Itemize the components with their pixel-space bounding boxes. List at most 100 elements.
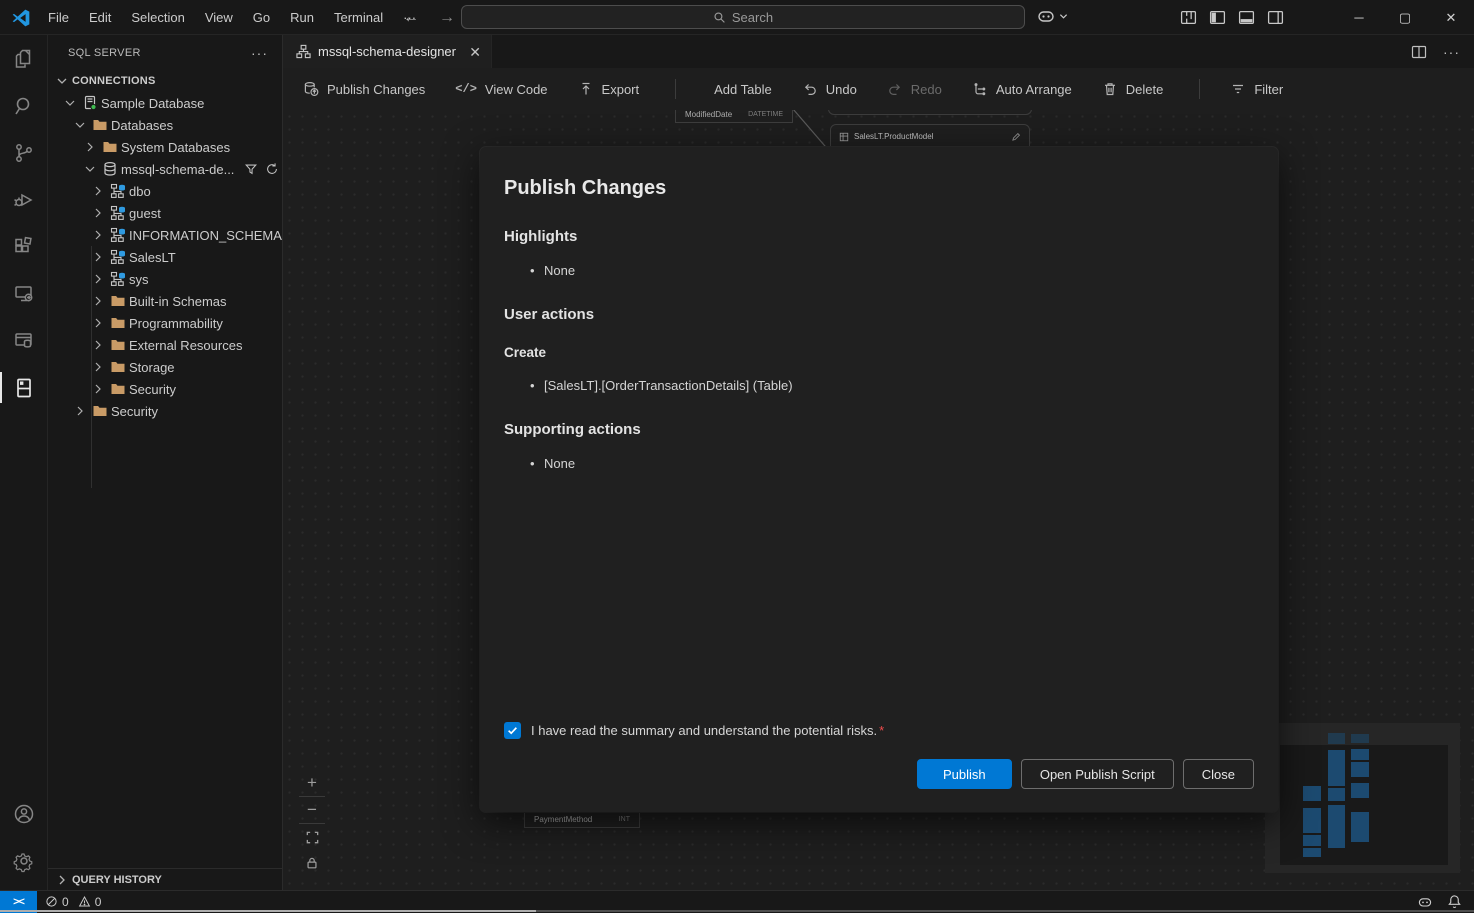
- search-sidebar-icon[interactable]: [0, 82, 48, 129]
- notifications-bell-icon[interactable]: [1447, 894, 1462, 909]
- tree-item-storage[interactable]: Storage: [48, 356, 282, 378]
- run-debug-icon[interactable]: [0, 176, 48, 223]
- chevron-right-icon[interactable]: [90, 271, 106, 287]
- chevron-right-icon[interactable]: [82, 139, 98, 155]
- errors-count: 0: [62, 895, 69, 909]
- tree-item-security[interactable]: Security: [48, 400, 282, 422]
- account-icon[interactable]: [0, 790, 48, 837]
- explorer-icon[interactable]: [0, 35, 48, 82]
- filter-icon[interactable]: [244, 162, 258, 176]
- refresh-icon[interactable]: [265, 162, 279, 176]
- view-code-button[interactable]: </>View Code: [455, 82, 547, 97]
- indent-guide: [91, 246, 92, 488]
- filter-button[interactable]: Filter: [1230, 81, 1283, 97]
- back-arrow-icon[interactable]: ←: [400, 9, 422, 27]
- zoom-fit-button[interactable]: [297, 824, 327, 850]
- chevron-down-icon[interactable]: [82, 161, 98, 177]
- edit-pencil-icon[interactable]: [1011, 132, 1021, 142]
- tree-item-sys[interactable]: sys: [48, 268, 282, 290]
- export-button[interactable]: Export: [578, 81, 640, 97]
- tree-item-external-resources[interactable]: External Resources: [48, 334, 282, 356]
- chevron-right-icon[interactable]: [90, 293, 106, 309]
- undo-button[interactable]: Undo: [802, 81, 857, 97]
- sidebar-more-actions[interactable]: ···: [251, 45, 268, 61]
- lock-canvas-button[interactable]: [297, 850, 327, 876]
- copilot-status-icon[interactable]: [1417, 894, 1433, 910]
- tree-item-label: Storage: [129, 360, 175, 375]
- redo-icon: [887, 81, 903, 97]
- remote-explorer-icon[interactable]: [0, 270, 48, 317]
- settings-gear-icon[interactable]: [0, 837, 48, 884]
- tree-item-saleslt[interactable]: SalesLT: [48, 246, 282, 268]
- minimize-button[interactable]: ─: [1336, 0, 1382, 35]
- maximize-button[interactable]: ▢: [1382, 0, 1428, 35]
- schema-minimap[interactable]: [1265, 723, 1460, 873]
- tree-item-dbo[interactable]: dbo: [48, 180, 282, 202]
- problems-indicator[interactable]: 0 0: [45, 895, 101, 909]
- tree-item-databases[interactable]: Databases: [48, 114, 282, 136]
- add-table-button[interactable]: Add Table: [706, 82, 772, 97]
- customize-layout-icon[interactable]: [1180, 9, 1197, 26]
- chevron-right-icon[interactable]: [72, 403, 88, 419]
- chevron-right-icon[interactable]: [90, 381, 106, 397]
- toggle-primary-sidebar-icon[interactable]: [1209, 9, 1226, 26]
- menu-run[interactable]: Run: [280, 6, 324, 30]
- chevron-right-icon[interactable]: [90, 359, 106, 375]
- tree-item-label: Security: [111, 404, 158, 419]
- query-history-section-header[interactable]: QUERY HISTORY: [48, 868, 282, 890]
- copilot-menu[interactable]: [1036, 6, 1068, 26]
- table-row-paymentmethod[interactable]: PaymentMethod INT: [524, 810, 640, 828]
- sql-server-icon[interactable]: [0, 364, 48, 411]
- menu-file[interactable]: File: [38, 6, 79, 30]
- toggle-panel-icon[interactable]: [1238, 9, 1255, 26]
- tree-item-programmability[interactable]: Programmability: [48, 312, 282, 334]
- zoom-in-button[interactable]: +: [297, 770, 327, 796]
- database-projects-icon[interactable]: [0, 317, 48, 364]
- chevron-right-icon[interactable]: [90, 249, 106, 265]
- command-search-input[interactable]: Search: [461, 5, 1025, 29]
- menu-edit[interactable]: Edit: [79, 6, 121, 30]
- tabbar-actions: ···: [1411, 35, 1474, 68]
- chevron-down-icon[interactable]: [62, 95, 78, 111]
- close-dialog-button[interactable]: Close: [1183, 759, 1254, 789]
- chevron-right-icon[interactable]: [90, 227, 106, 243]
- minimap-table-box: [1328, 750, 1345, 786]
- tree-item-mssql-schema-de[interactable]: mssql-schema-de...: [48, 158, 282, 180]
- split-editor-icon[interactable]: [1411, 44, 1427, 60]
- tree-item-sample-database[interactable]: Sample Database: [48, 92, 282, 114]
- chevron-right-icon[interactable]: [90, 183, 106, 199]
- delete-button[interactable]: Delete: [1102, 81, 1164, 97]
- extensions-icon[interactable]: [0, 223, 48, 270]
- toggle-secondary-sidebar-icon[interactable]: [1267, 9, 1284, 26]
- chevron-right-icon[interactable]: [90, 315, 106, 331]
- tab-close-icon[interactable]: ✕: [469, 45, 481, 59]
- source-control-icon[interactable]: [0, 129, 48, 176]
- risk-acknowledgement-checkbox[interactable]: [504, 722, 521, 739]
- chevron-down-icon[interactable]: [72, 117, 88, 133]
- connections-section-header[interactable]: CONNECTIONS: [48, 70, 282, 92]
- chevron-right-icon[interactable]: [90, 205, 106, 221]
- close-window-button[interactable]: ✕: [1428, 0, 1474, 35]
- tree-item-information-schema[interactable]: INFORMATION_SCHEMA: [48, 224, 282, 246]
- zoom-out-button[interactable]: −: [297, 797, 327, 823]
- tab-mssql-schema-designer[interactable]: mssql-schema-designer ✕: [283, 35, 492, 68]
- auto-arrange-button[interactable]: Auto Arrange: [972, 81, 1072, 97]
- tree-item-system-databases[interactable]: System Databases: [48, 136, 282, 158]
- publish-button[interactable]: Publish: [917, 759, 1012, 789]
- tree-item-security[interactable]: Security: [48, 378, 282, 400]
- designer-toolbar: Publish Changes </>View Code Export Add Tab…: [283, 68, 1474, 110]
- open-publish-script-button[interactable]: Open Publish Script: [1021, 759, 1174, 789]
- tree-item-built-in-schemas[interactable]: Built-in Schemas: [48, 290, 282, 312]
- tabbar-more-icon[interactable]: ···: [1443, 44, 1460, 60]
- tree-item-guest[interactable]: guest: [48, 202, 282, 224]
- menu-view[interactable]: View: [195, 6, 243, 30]
- vscode-logo-icon: [11, 8, 31, 28]
- forward-arrow-icon[interactable]: →: [436, 9, 458, 27]
- tree-item-label: dbo: [129, 184, 151, 199]
- menu-terminal[interactable]: Terminal: [324, 6, 393, 30]
- menu-selection[interactable]: Selection: [121, 6, 194, 30]
- chevron-right-icon[interactable]: [90, 337, 106, 353]
- publish-changes-button[interactable]: Publish Changes: [303, 81, 425, 97]
- warnings-icon: [78, 895, 91, 908]
- menu-go[interactable]: Go: [243, 6, 280, 30]
